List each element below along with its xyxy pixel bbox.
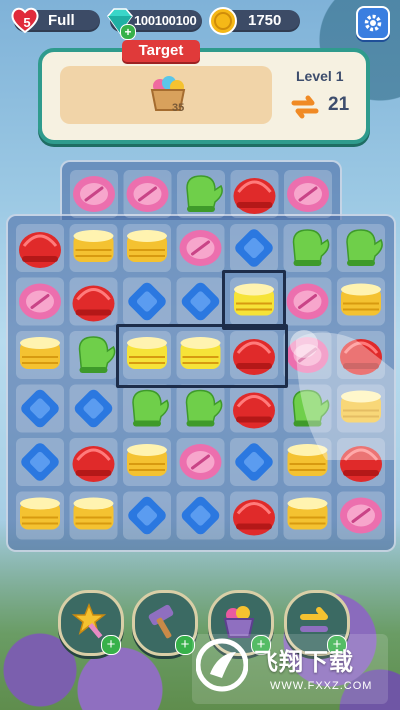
target-panel: Target 35 Level 1 21	[38, 40, 370, 144]
watermark-url: WWW.FXXZ.COM	[270, 680, 373, 692]
gear-icon	[364, 14, 382, 32]
target-box: 35	[60, 66, 272, 124]
watermark-logo-icon	[196, 638, 248, 692]
hammer-icon	[148, 604, 174, 639]
target-tag: Target	[122, 40, 200, 62]
gems-count: 100100100	[134, 13, 197, 28]
watermark-title: 飞翔下载	[254, 649, 354, 676]
gems-pill[interactable]: + 100100100	[107, 8, 202, 40]
coin-icon	[209, 7, 237, 35]
board-top-row	[60, 160, 342, 220]
lives-count: 5	[23, 15, 31, 30]
add-booster-icon[interactable]: +	[101, 635, 121, 655]
match-highlight	[116, 324, 288, 388]
target-count: 35	[172, 102, 185, 114]
hud-bar: 5 Full + 100100100 1750	[6, 6, 394, 40]
lives-status: Full	[48, 12, 75, 29]
tutorial-hand-icon	[290, 330, 394, 460]
selection-highlight	[222, 270, 286, 330]
star-wand-icon	[71, 602, 107, 639]
coins-pill[interactable]: 1750	[209, 7, 300, 35]
moves-count: 21	[328, 94, 350, 115]
watermark: 飞翔下载 WWW.FXXZ.COM	[192, 634, 388, 704]
level-label: Level 1	[296, 68, 344, 84]
lives-pill[interactable]: 5 Full	[11, 7, 100, 34]
settings-button[interactable]	[356, 6, 390, 40]
booster-hammer[interactable]: +	[132, 590, 198, 656]
booster-star-wand[interactable]: +	[58, 590, 124, 656]
coins-count: 1750	[248, 12, 282, 29]
swap-arrows-icon	[291, 95, 319, 119]
